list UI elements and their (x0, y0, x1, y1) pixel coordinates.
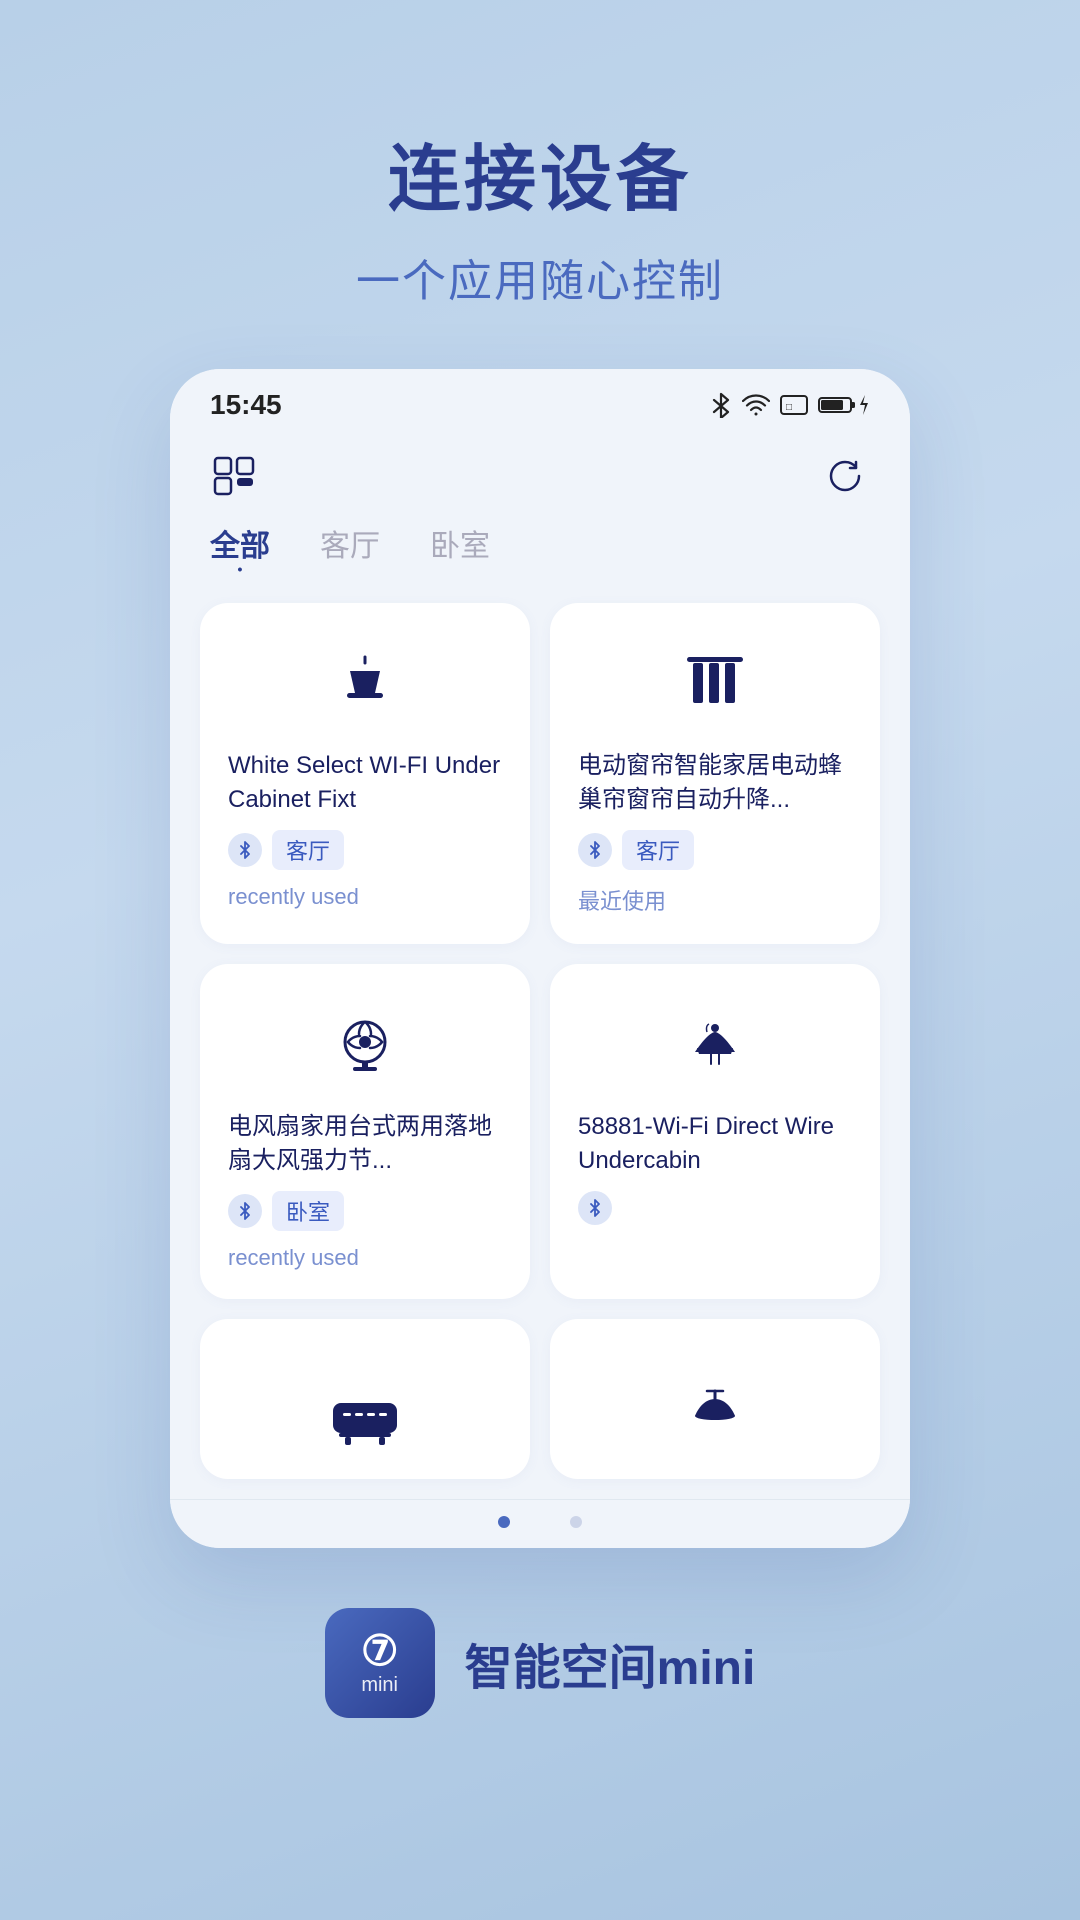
menu-icon[interactable] (210, 451, 260, 501)
footer-dot-1[interactable] (498, 1516, 510, 1528)
status-icons: □ (710, 392, 870, 418)
device-name-1: White Select WI-FI Under Cabinet Fixt (228, 749, 502, 816)
app-footer (170, 1499, 910, 1548)
tab-living-room[interactable]: 客厅 (320, 521, 380, 573)
recently-used-3: recently used (228, 1245, 502, 1271)
status-time: 15:45 (210, 389, 282, 421)
bt-tag-4 (578, 1191, 612, 1225)
device-icon-area-4 (578, 994, 852, 1094)
bluetooth-icon (710, 392, 732, 418)
tab-bedroom[interactable]: 卧室 (430, 521, 490, 573)
screen-icon: □ (780, 395, 808, 415)
recently-used-2: 最近使用 (578, 884, 852, 916)
room-tag-2: 客厅 (622, 830, 694, 870)
hero-section: 连接设备 一个应用随心控制 (0, 0, 1080, 369)
app-icon: ⑦ mini (325, 1608, 435, 1718)
device-tags-1: 客厅 (228, 830, 502, 870)
device-card-1[interactable]: White Select WI-FI Under Cabinet Fixt 客厅… (200, 603, 530, 944)
device-card-2[interactable]: 电动窗帘智能家居电动蜂巢帘窗帘自动升降... 客厅 最近使用 (550, 603, 880, 944)
ac-icon-area (228, 1349, 502, 1451)
lamp-icon (675, 1004, 755, 1084)
curtain-icon (675, 643, 755, 723)
device-icon-area-1 (228, 633, 502, 733)
footer-dot-2[interactable] (570, 1516, 582, 1528)
bt-tag-2 (578, 833, 612, 867)
ceiling-light-icon (325, 643, 405, 723)
branding-section: ⑦ mini 智能空间mini (325, 1608, 756, 1798)
device-tags-4 (578, 1191, 852, 1225)
app-icon-mini-label: mini (361, 1674, 398, 1697)
status-bar: 15:45 □ (170, 369, 910, 431)
app-header (170, 431, 910, 511)
battery-icon (818, 394, 870, 416)
hero-subtitle: 一个应用随心控制 (356, 245, 724, 309)
refresh-icon[interactable] (820, 451, 870, 501)
device-icon-area-3 (228, 994, 502, 1094)
device-card-5[interactable] (200, 1319, 530, 1479)
hero-title: 连接设备 (388, 120, 692, 225)
device-tags-3: 卧室 (228, 1191, 502, 1231)
svg-text:□: □ (786, 402, 792, 413)
device-name-4: 58881-Wi-Fi Direct Wire Undercabin (578, 1110, 852, 1177)
wifi-icon (742, 394, 770, 416)
bt-tag-1 (228, 833, 262, 867)
tabs-bar: 全部 客厅 卧室 (170, 511, 910, 593)
ceiling-lamp-icon (675, 1381, 755, 1451)
bt-tag-3 (228, 1194, 262, 1228)
fan-icon (325, 1004, 405, 1084)
recently-used-1: recently used (228, 884, 502, 910)
tab-all[interactable]: 全部 (210, 521, 270, 573)
device-name-2: 电动窗帘智能家居电动蜂巢帘窗帘自动升降... (578, 749, 852, 816)
device-tags-2: 客厅 (578, 830, 852, 870)
ceiling-lamp-icon-area (578, 1349, 852, 1451)
device-card-3[interactable]: 电风扇家用台式两用落地扇大风强力节... 卧室 recently used (200, 964, 530, 1299)
device-grid: White Select WI-FI Under Cabinet Fixt 客厅… (170, 593, 910, 1499)
app-branding-name: 智能空间mini (465, 1628, 756, 1698)
device-name-3: 电风扇家用台式两用落地扇大风强力节... (228, 1110, 502, 1177)
room-tag-1: 客厅 (272, 830, 344, 870)
device-card-4[interactable]: 58881-Wi-Fi Direct Wire Undercabin (550, 964, 880, 1299)
app-icon-symbol: ⑦ (361, 1630, 399, 1672)
phone-frame: 15:45 □ (170, 369, 910, 1548)
ac-unit-icon (325, 1391, 405, 1451)
device-card-6[interactable] (550, 1319, 880, 1479)
room-tag-3: 卧室 (272, 1191, 344, 1231)
device-icon-area-2 (578, 633, 852, 733)
